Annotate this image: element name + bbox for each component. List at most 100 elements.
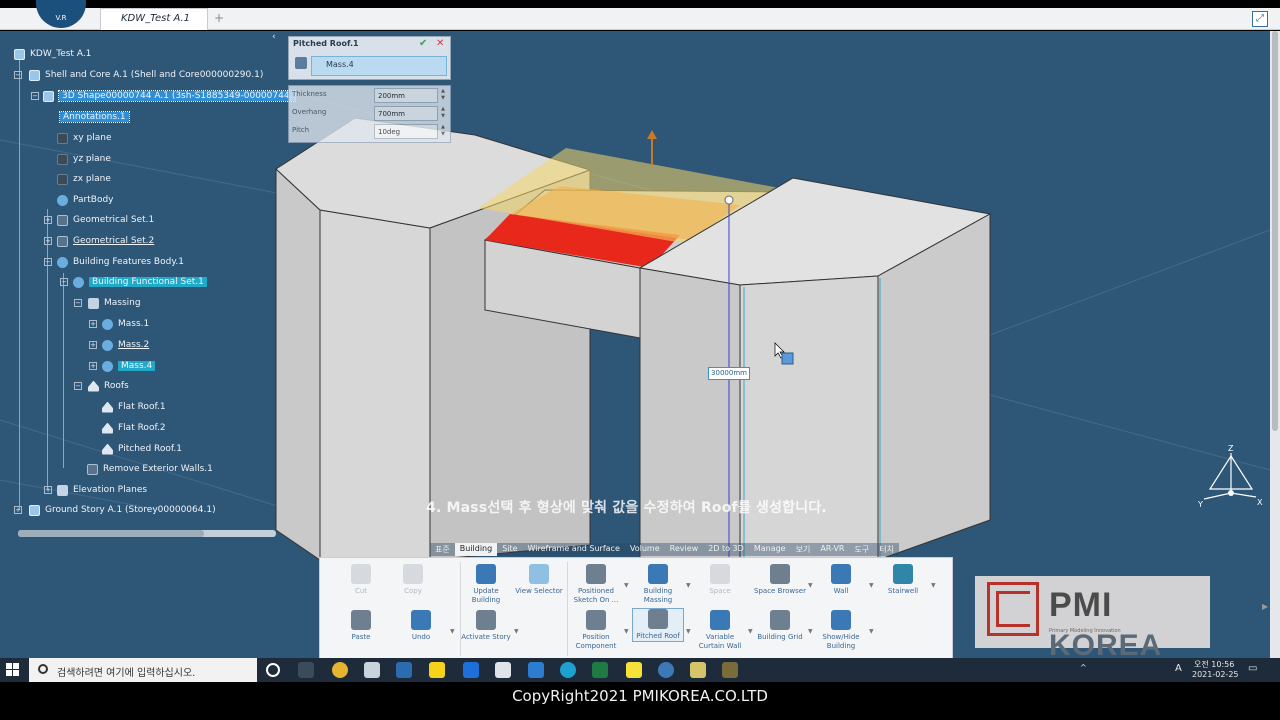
scrollbar-thumb[interactable] <box>18 530 204 537</box>
show-hide-dropdown-icon[interactable]: ▼ <box>869 628 874 635</box>
tray-chevron-icon[interactable]: ^ <box>1080 663 1087 672</box>
space-browser-dropdown-icon[interactable]: ▼ <box>808 582 813 589</box>
taskbar-search-box[interactable]: 검색하려면 여기에 입력하십시오. <box>29 658 257 682</box>
app-compass-logo[interactable]: V.R <box>36 0 86 28</box>
variable-curtain-wall-button[interactable]: Variable Curtain Wall <box>694 610 746 651</box>
tab-touch[interactable]: 터치 <box>874 543 899 556</box>
update-building-button[interactable]: Update Building <box>460 564 512 605</box>
app-icon[interactable] <box>722 662 738 678</box>
photoshop-icon[interactable] <box>463 662 479 678</box>
cancel-close-icon[interactable]: ✕ <box>436 38 444 49</box>
new-tab-button[interactable]: + <box>214 11 224 25</box>
expander-minus-icon[interactable]: − <box>74 382 82 390</box>
document-tab[interactable]: KDW_Test A.1 <box>100 8 208 30</box>
tree-node-geoset-1[interactable]: Geometrical Set.1 <box>57 212 154 228</box>
tree-node-mass-4[interactable]: Mass.4 <box>102 358 156 374</box>
extrude-arrowhead[interactable] <box>647 130 657 139</box>
expander-plus-icon[interactable]: + <box>89 362 97 370</box>
chrome-icon[interactable] <box>332 662 348 678</box>
scrollbar-thumb[interactable] <box>1272 31 1278 431</box>
tab-manage[interactable]: Manage <box>748 543 791 556</box>
3d-viewport[interactable]: ‹ KDW_Test A.1 − Shell and Core A.1 (She… <box>0 31 1270 658</box>
tree-node-partbody[interactable]: PartBody <box>57 192 114 208</box>
tree-node-ground-story[interactable]: Ground Story A.1 (Storey00000064.1) <box>29 502 216 518</box>
tree-node-shell-core[interactable]: Shell and Core A.1 (Shell and Core000000… <box>29 67 263 83</box>
ime-indicator[interactable]: A <box>1175 663 1182 674</box>
axis-compass-gizmo[interactable]: Z Y X <box>1196 441 1266 511</box>
thickness-spinner[interactable]: ▲ ▼ <box>439 88 447 103</box>
tab-ar-vr[interactable]: AR-VR <box>815 543 850 556</box>
tree-node-annotations[interactable]: Annotations.1 <box>59 109 130 125</box>
app-icon[interactable] <box>396 662 412 678</box>
expander-minus-icon[interactable]: − <box>60 278 68 286</box>
tree-node-3d-shape[interactable]: 3D Shape00000744 A.1 (3sh-S1885349-00000… <box>43 88 297 104</box>
edge-icon[interactable] <box>560 662 576 678</box>
sketch-dropdown-icon[interactable]: ▼ <box>624 582 629 589</box>
3dexperience-icon[interactable] <box>658 662 674 678</box>
wall-dropdown-icon[interactable]: ▼ <box>869 582 874 589</box>
expander-minus-icon[interactable]: − <box>14 71 22 79</box>
sticky-notes-icon[interactable] <box>626 662 642 678</box>
cortana-icon[interactable] <box>266 663 280 677</box>
pitched-roof-button[interactable]: Pitched Roof <box>632 608 684 642</box>
tab-2d-to-3d[interactable]: 2D to 3D <box>703 543 749 556</box>
tab-review[interactable]: Review <box>664 543 704 556</box>
grid-dropdown-icon[interactable]: ▼ <box>808 628 813 635</box>
space-button[interactable]: Space <box>694 564 746 596</box>
thickness-input[interactable]: 200mm <box>374 88 438 103</box>
show-hide-building-button[interactable]: Show/Hide Building <box>815 610 867 651</box>
tree-node-massing[interactable]: Massing <box>88 295 141 311</box>
tab-standard[interactable]: 표준 <box>430 543 455 556</box>
position-component-button[interactable]: Position Component <box>570 610 622 651</box>
notification-icon[interactable]: ▭ <box>1248 663 1257 674</box>
pitch-input[interactable]: 10deg <box>374 124 438 139</box>
tree-node-building-functional-set[interactable]: Building Functional Set.1 <box>73 274 207 290</box>
selected-mass-field[interactable]: Mass.4 <box>311 56 447 76</box>
activate-story-button[interactable]: Activate Story <box>460 610 512 642</box>
tab-view[interactable]: 보기 <box>790 543 816 556</box>
copy-button[interactable]: Copy <box>387 564 439 596</box>
stairwell-dropdown-icon[interactable]: ▼ <box>931 582 936 589</box>
tree-node-yz-plane[interactable]: yz plane <box>57 151 111 167</box>
overhang-spinner[interactable]: ▲ ▼ <box>439 106 447 121</box>
tab-volume[interactable]: Volume <box>624 543 665 556</box>
expander-plus-icon[interactable]: + <box>44 237 52 245</box>
stairwell-button[interactable]: Stairwell <box>877 564 929 596</box>
store-icon[interactable] <box>495 662 511 678</box>
tree-node-flat-roof-1[interactable]: Flat Roof.1 <box>102 399 166 415</box>
collapse-tree-button[interactable]: ‹ <box>272 32 280 42</box>
tree-node-roofs[interactable]: Roofs <box>88 378 129 394</box>
tree-node-elevation-planes[interactable]: Elevation Planes <box>57 482 147 498</box>
tree-node-mass-2[interactable]: Mass.2 <box>102 337 149 353</box>
tree-node-remove-exterior-walls[interactable]: Remove Exterior Walls.1 <box>87 461 213 477</box>
expander-minus-icon[interactable]: − <box>31 92 39 100</box>
task-view-icon[interactable] <box>298 662 314 678</box>
fullscreen-icon[interactable]: ⤢ <box>1252 11 1268 27</box>
expander-plus-icon[interactable]: + <box>89 320 97 328</box>
position-dropdown-icon[interactable]: ▼ <box>624 628 629 635</box>
tree-node-mass-1[interactable]: Mass.1 <box>102 316 149 332</box>
pitch-spinner[interactable]: ▲ ▼ <box>439 124 447 139</box>
expander-minus-icon[interactable]: − <box>44 258 52 266</box>
view-selector-button[interactable]: View Selector <box>513 564 565 596</box>
folder-icon[interactable] <box>690 662 706 678</box>
mail-icon[interactable] <box>528 662 544 678</box>
undo-dropdown-icon[interactable]: ▼ <box>450 628 455 635</box>
cut-button[interactable]: Cut <box>335 564 387 596</box>
undo-button[interactable]: Undo <box>395 610 447 642</box>
tree-horizontal-scrollbar[interactable] <box>18 530 276 537</box>
excel-icon[interactable] <box>592 662 608 678</box>
tree-node-geoset-2[interactable]: Geometrical Set.2 <box>57 233 154 249</box>
tree-node-xy-plane[interactable]: xy plane <box>57 130 111 146</box>
tree-node-building-features-body[interactable]: Building Features Body.1 <box>57 254 184 270</box>
tab-tools[interactable]: 도구 <box>849 543 875 556</box>
tab-building[interactable]: Building <box>454 543 498 556</box>
expander-plus-icon[interactable]: + <box>44 486 52 494</box>
expander-plus-icon[interactable]: + <box>14 506 22 514</box>
dimension-value-label[interactable]: 30000mm <box>708 367 750 380</box>
building-massing-button[interactable]: Building Massing <box>632 564 684 605</box>
activate-story-dropdown-icon[interactable]: ▼ <box>514 628 519 635</box>
massing-dropdown-icon[interactable]: ▼ <box>686 582 691 589</box>
viewport-vertical-scrollbar[interactable] <box>1270 31 1280 658</box>
space-browser-button[interactable]: Space Browser <box>754 564 806 596</box>
